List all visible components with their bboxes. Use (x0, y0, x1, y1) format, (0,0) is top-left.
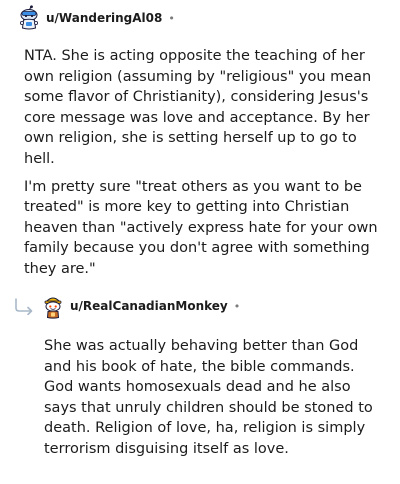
user-avatar-icon[interactable] (42, 293, 64, 319)
comment: u/WanderingAl08 • NTA. She is acting opp… (0, 4, 400, 287)
comment-username[interactable]: u/WanderingAl08 (46, 11, 162, 25)
comment-body: She was actually behaving better than Go… (44, 336, 384, 460)
separator-dot: • (233, 299, 241, 313)
comment-username[interactable]: u/RealCanadianMonkey (70, 299, 228, 313)
comment-paragraph: She was actually behaving better than Go… (44, 338, 373, 457)
reply-comment: u/RealCanadianMonkey • She was actually … (0, 292, 400, 467)
reply-arrow-icon (15, 298, 33, 315)
user-avatar-icon[interactable] (18, 5, 40, 31)
comment-paragraph: NTA. She is acting opposite the teaching… (24, 48, 372, 167)
separator-dot: • (168, 11, 175, 25)
comment-header: u/WanderingAl08 • (0, 4, 400, 32)
comment-paragraph: I'm pretty sure "treat others as you wan… (24, 178, 378, 277)
comment-body: NTA. She is acting opposite the teaching… (24, 46, 386, 280)
comment-header: u/RealCanadianMonkey • (0, 292, 400, 320)
